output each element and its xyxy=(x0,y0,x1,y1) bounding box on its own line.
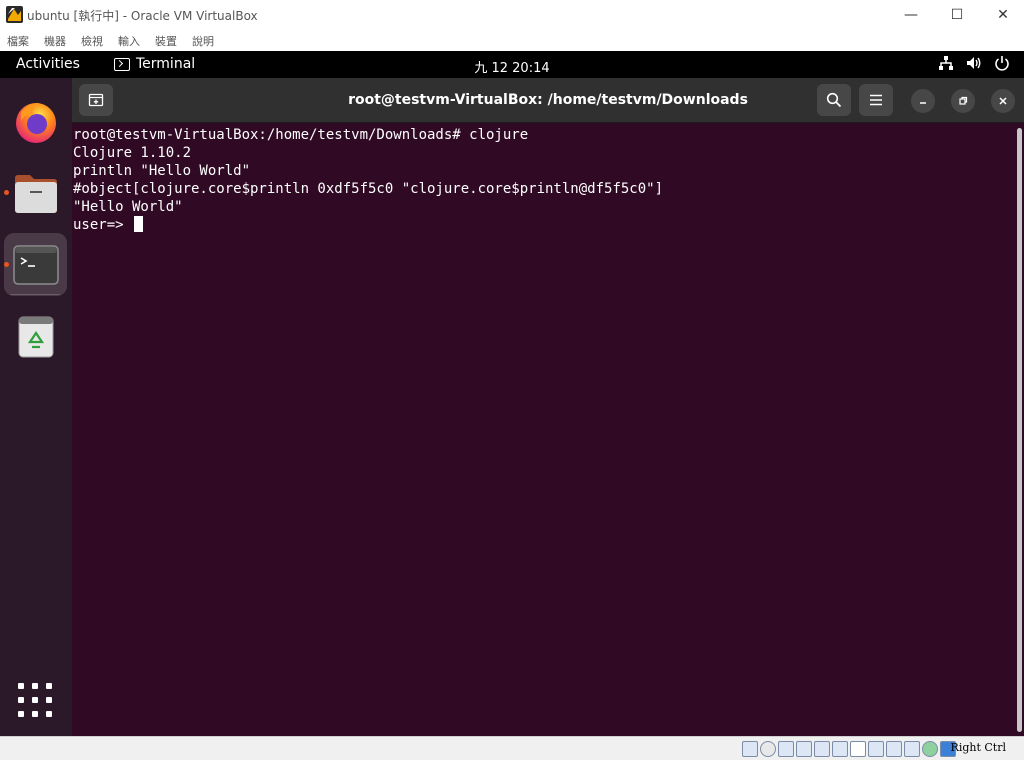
hamburger-menu-icon xyxy=(870,94,882,106)
video-capture-icon[interactable] xyxy=(868,741,884,757)
terminal-running-indicator xyxy=(4,262,9,267)
volume-icon xyxy=(967,57,981,69)
clock[interactable]: 九 12 20:14 xyxy=(0,57,1024,76)
files-folder-icon xyxy=(14,174,57,213)
close-icon xyxy=(999,97,1007,105)
search-icon xyxy=(826,92,842,108)
shared-folder-icon[interactable] xyxy=(832,741,848,757)
menu-file[interactable]: 檔案 xyxy=(7,33,29,49)
terminal-line: "Hello World" xyxy=(73,199,183,215)
terminal-prompt-line[interactable]: user=> xyxy=(73,216,1016,234)
menu-view[interactable]: 檢視 xyxy=(81,33,103,49)
vbox-status-bar: Right Ctrl xyxy=(0,736,1024,760)
dock-item-trash[interactable] xyxy=(4,305,67,368)
hamburger-menu-button[interactable] xyxy=(859,84,893,116)
menu-input[interactable]: 輸入 xyxy=(118,33,140,49)
terminal-line: #object[clojure.core$println 0xdf5f5c0 "… xyxy=(73,181,664,197)
window-title: ubuntu [執行中] - Oracle VM VirtualBox xyxy=(27,9,258,23)
terminal-icon xyxy=(12,244,59,285)
audio-icon[interactable] xyxy=(778,741,794,757)
dock-item-terminal[interactable] xyxy=(4,233,67,296)
vbox-menubar: 檔案 機器 檢視 輸入 裝置 說明 xyxy=(0,30,1024,51)
network-icon xyxy=(939,56,953,70)
system-tray[interactable] xyxy=(938,55,1010,71)
maximize-button[interactable]: ☐ xyxy=(934,0,980,30)
terminal-close-button[interactable] xyxy=(991,89,1015,113)
terminal-line: Clojure 1.10.2 xyxy=(73,145,192,161)
vbox-titlebar: ubuntu [執行中] - Oracle VM VirtualBox — ☐ … xyxy=(0,0,1024,30)
cpu-icon[interactable] xyxy=(922,741,938,757)
minimize-icon xyxy=(920,102,926,104)
terminal-scrollbar[interactable] xyxy=(1017,128,1022,732)
restore-icon xyxy=(959,96,968,105)
maximize-icon: ☐ xyxy=(950,7,964,23)
status-icons xyxy=(742,741,956,757)
dock-item-files[interactable] xyxy=(4,162,67,225)
network-icon[interactable] xyxy=(796,741,812,757)
display-icon[interactable] xyxy=(850,741,866,757)
repl-prompt: user=> xyxy=(73,217,133,233)
menu-help[interactable]: 說明 xyxy=(192,33,214,49)
text-cursor xyxy=(134,216,144,232)
power-icon xyxy=(995,56,1009,71)
terminal-minimize-button[interactable] xyxy=(911,89,935,113)
terminal-line: println "Hello World" xyxy=(73,163,251,179)
close-icon: ✕ xyxy=(997,7,1009,23)
keyboard-icon[interactable] xyxy=(904,741,920,757)
files-running-indicator xyxy=(4,190,9,195)
menu-machine[interactable]: 機器 xyxy=(44,33,66,49)
terminal-header-bar[interactable]: root@testvm-VirtualBox: /home/testvm/Dow… xyxy=(72,78,1024,123)
close-button[interactable]: ✕ xyxy=(980,0,1024,30)
dock xyxy=(0,78,72,736)
dock-item-firefox[interactable] xyxy=(4,90,67,153)
trash-icon xyxy=(18,316,53,357)
virtualbox-app-icon xyxy=(6,6,23,23)
terminal-output[interactable]: root@testvm-VirtualBox:/home/testvm/Down… xyxy=(72,124,1016,736)
minimize-button[interactable]: — xyxy=(888,0,934,30)
mouse-integration-icon[interactable] xyxy=(886,741,902,757)
host-key-label: Right Ctrl xyxy=(950,741,1006,754)
terminal-restore-button[interactable] xyxy=(951,89,975,113)
show-applications-button[interactable] xyxy=(18,683,52,717)
hard-disk-icon[interactable] xyxy=(742,741,758,757)
terminal-window[interactable]: root@testvm-VirtualBox: /home/testvm/Dow… xyxy=(72,78,1024,736)
gnome-top-bar: Activities Terminal 九 12 20:14 xyxy=(0,51,1024,78)
menu-devices[interactable]: 裝置 xyxy=(155,33,177,49)
apps-grid-icon xyxy=(18,683,24,689)
firefox-icon xyxy=(15,102,56,143)
search-button[interactable] xyxy=(817,84,851,116)
guest-display[interactable]: Activities Terminal 九 12 20:14 root@test… xyxy=(0,51,1024,736)
terminal-line: root@testvm-VirtualBox:/home/testvm/Down… xyxy=(73,127,529,143)
minimize-icon: — xyxy=(904,7,918,23)
usb-icon[interactable] xyxy=(814,741,830,757)
optical-disk-icon[interactable] xyxy=(760,741,776,757)
dock-separator xyxy=(10,294,60,295)
